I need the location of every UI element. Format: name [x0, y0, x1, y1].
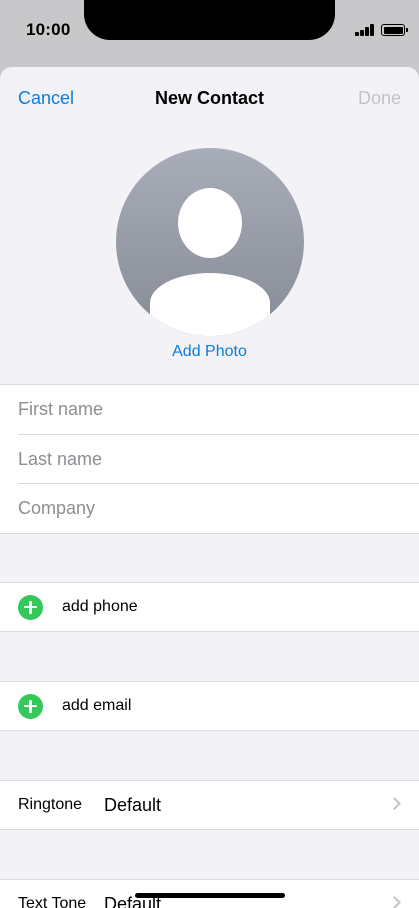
signal-icon — [355, 24, 375, 36]
add-email-label: add email — [62, 697, 132, 714]
status-time: 10:00 — [26, 20, 71, 39]
add-phone-label: add phone — [62, 598, 138, 615]
name-fields — [0, 384, 419, 534]
text-tone-label: Text Tone — [18, 895, 87, 908]
first-name-field[interactable] — [18, 399, 398, 421]
company-row — [0, 484, 419, 534]
last-name-field[interactable] — [18, 448, 398, 470]
phone-screen: 10:00 Cancel New Contact Done Add Photo — [0, 0, 419, 908]
home-indicator[interactable] — [135, 893, 285, 898]
ringtone-row[interactable]: Ringtone Default — [0, 780, 419, 830]
new-contact-sheet: Cancel New Contact Done Add Photo add ph… — [0, 67, 419, 908]
company-field[interactable] — [18, 498, 398, 520]
add-email-row[interactable]: add email — [0, 681, 419, 731]
notch — [84, 0, 335, 40]
chevron-right-icon — [388, 797, 401, 810]
page-title: New Contact — [154, 88, 264, 108]
last-name-row — [0, 435, 419, 485]
add-phone-row[interactable]: add phone — [0, 582, 419, 632]
avatar-placeholder-icon[interactable] — [116, 148, 304, 336]
ringtone-value: Default — [104, 794, 162, 815]
ringtone-label: Ringtone — [18, 796, 83, 813]
first-name-row — [0, 385, 419, 435]
nav-bar: Cancel New Contact Done — [0, 67, 419, 131]
chevron-right-icon — [388, 896, 401, 908]
battery-icon — [381, 24, 408, 36]
done-button[interactable]: Done — [358, 88, 401, 109]
add-icon[interactable] — [18, 594, 43, 620]
add-photo-button[interactable]: Add Photo — [0, 343, 419, 361]
add-icon[interactable] — [18, 693, 43, 719]
